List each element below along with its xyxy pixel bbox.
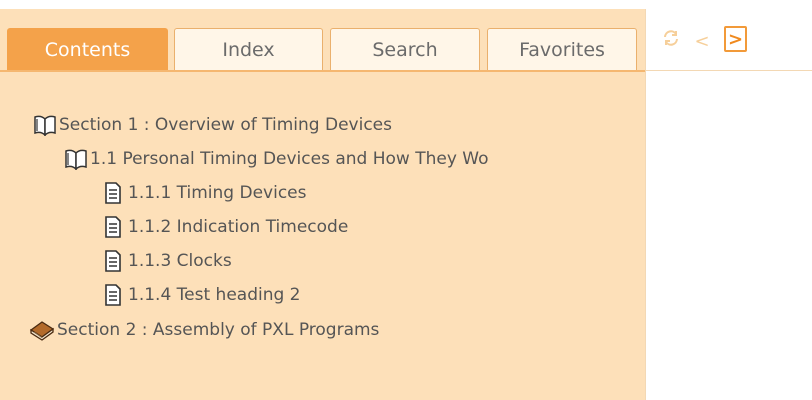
tab-index[interactable]: Index (174, 28, 323, 70)
next-arrow-icon: > (727, 28, 744, 50)
previous-topic-button[interactable]: < (690, 29, 714, 53)
tree-node-label: 1.1 Personal Timing Devices and How They… (90, 149, 489, 169)
tree-node-label: 1.1.3 Clocks (128, 251, 232, 271)
tab-strip: Contents Index Search Favorites (0, 9, 645, 72)
tree-node-topic-1-1-2[interactable]: 1.1.2 Indication Timecode (104, 214, 348, 240)
tree-node-topic-1-1-1[interactable]: 1.1.1 Timing Devices (104, 180, 307, 206)
sync-icon (662, 29, 680, 51)
tree-node-section-2[interactable]: Section 2 : Assembly of PXL Programs (29, 317, 379, 343)
tree-node-label: Section 2 : Assembly of PXL Programs (57, 320, 380, 340)
tab-search[interactable]: Search (330, 28, 480, 70)
tree-node-section-1[interactable]: Section 1 : Overview of Timing Devices (33, 112, 392, 138)
tree-node-label: 1.1.1 Timing Devices (128, 183, 307, 203)
tab-contents-label: Contents (44, 38, 131, 61)
previous-arrow-icon: < (694, 30, 710, 52)
page-icon (104, 284, 122, 306)
sync-toc-button[interactable] (660, 29, 682, 51)
toolbar-divider (646, 70, 812, 71)
tab-search-label: Search (372, 38, 438, 61)
tab-contents[interactable]: Contents (7, 28, 168, 70)
tab-favorites-label: Favorites (519, 38, 605, 61)
topic-toolbar: < > (646, 9, 812, 71)
tree-node-label: 1.1.2 Indication Timecode (128, 217, 349, 237)
page-icon (104, 250, 122, 272)
tree-node-subsection-1-1[interactable]: 1.1 Personal Timing Devices and How They… (64, 146, 489, 172)
tree-node-label: 1.1.4 Test heading 2 (128, 285, 301, 305)
open-book-icon (33, 114, 57, 136)
tree-node-topic-1-1-3[interactable]: 1.1.3 Clocks (104, 248, 232, 274)
tab-index-label: Index (222, 38, 275, 61)
closed-book-icon (29, 319, 55, 341)
page-icon (104, 216, 122, 238)
open-book-icon (64, 148, 88, 170)
tree-node-label: Section 1 : Overview of Timing Devices (59, 115, 392, 135)
tree-node-topic-1-1-4[interactable]: 1.1.4 Test heading 2 (104, 282, 301, 308)
tab-underline (0, 70, 645, 72)
next-topic-button[interactable]: > (724, 26, 747, 52)
navigation-pane: Contents Index Search Favorites Section … (0, 9, 645, 400)
top-strip (0, 0, 812, 9)
page-icon (104, 182, 122, 204)
tab-favorites[interactable]: Favorites (487, 28, 637, 70)
